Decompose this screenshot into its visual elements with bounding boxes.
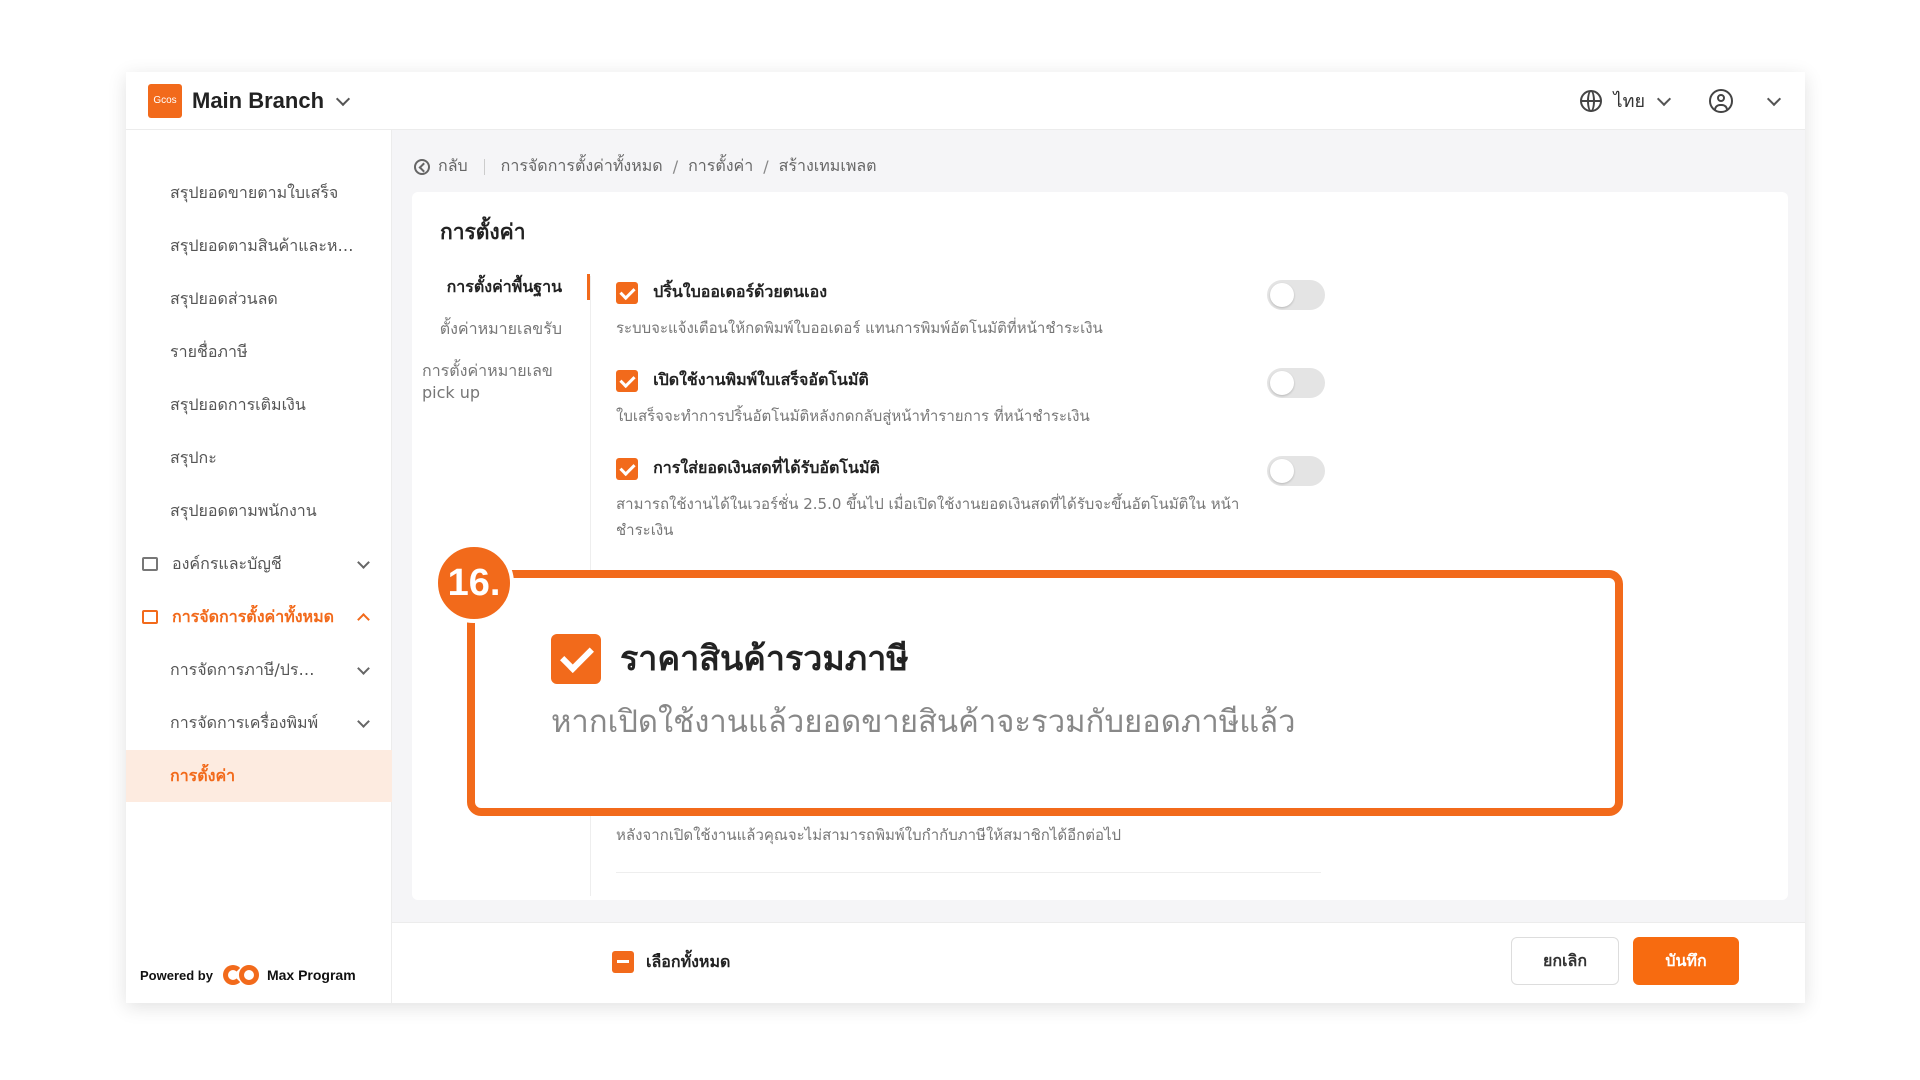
settings-board-icon bbox=[142, 610, 158, 624]
setting-title: เปิดใช้งานพิมพ์ใบเสร็จอัตโนมัติ bbox=[653, 370, 869, 389]
sidebar-item-product-summary[interactable]: สรุปยอดตามสินค้าและหมวดหมู่ bbox=[126, 220, 392, 272]
setting-auto-cash-received: การใส่ยอดเงินสดที่ได้รับอัตโนมัติ สามารถ… bbox=[616, 456, 1316, 543]
page-title: การตั้งค่า bbox=[440, 220, 526, 244]
powered-by: Powered by Max Program bbox=[140, 965, 356, 985]
users-icon bbox=[142, 557, 158, 571]
sidebar-item-label: สรุปยอดตามสินค้าและหมวดหมู่ bbox=[170, 235, 360, 255]
back-link[interactable]: กลับ bbox=[438, 154, 468, 179]
sidebar-item-printer-management[interactable]: การจัดการเครื่องพิมพ์ bbox=[126, 697, 392, 749]
setting-description: ระบบจะแจ้งเตือนให้กดพิมพ์ใบออเดอร์ แทนกา… bbox=[616, 319, 1103, 337]
sidebar-item-tax-management[interactable]: การจัดการภาษี/ประเภท bbox=[126, 644, 392, 696]
setting-title: การใส่ยอดเงินสดที่ได้รับอัตโนมัติ bbox=[653, 458, 880, 477]
callout-title: ราคาสินค้ารวมภาษี bbox=[620, 639, 909, 679]
setting-description: ใบเสร็จจะทำการปริ้นอัตโนมัติหลังกดกลับสู… bbox=[616, 407, 1090, 425]
tab-basic-settings[interactable]: การตั้งค่าพื้นฐาน bbox=[412, 274, 590, 300]
breadcrumb-separator: / bbox=[763, 157, 769, 176]
sidebar-item-label: องค์กรและบัญชี bbox=[172, 553, 282, 573]
callout-description: หากเปิดใช้งานแล้วยอดขายสินค้าจะรวมกับยอด… bbox=[551, 704, 1296, 740]
sidebar-group-organization[interactable]: องค์กรและบัญชี bbox=[126, 538, 392, 590]
select-all-checkbox[interactable] bbox=[612, 951, 634, 973]
breadcrumb-level2[interactable]: การตั้งค่า bbox=[688, 154, 753, 179]
setting-description: สามารถใช้งานได้ในเวอร์ชั่น 2.5.0 ขึ้นไป … bbox=[616, 495, 1240, 539]
chevron-down-icon bbox=[357, 715, 370, 728]
tab-receive-number[interactable]: ตั้งค่าหมายเลขรับ bbox=[412, 318, 590, 340]
globe-icon[interactable] bbox=[1579, 89, 1602, 112]
sidebar-item-topup-summary[interactable]: สรุปยอดการเติมเงิน bbox=[126, 379, 392, 431]
back-arrow-icon[interactable] bbox=[414, 158, 430, 175]
user-avatar-icon[interactable] bbox=[1709, 88, 1733, 113]
breadcrumb-level1[interactable]: การจัดการตั้งค่าทั้งหมด bbox=[501, 154, 663, 179]
sidebar-item-label: สรุปยอดการเติมเงิน bbox=[170, 394, 306, 414]
step-number-badge: 16. bbox=[434, 543, 514, 623]
sidebar-item-label: สรุปยอดส่วนลด bbox=[170, 288, 278, 308]
sidebar-item-label: การจัดการเครื่องพิมพ์ bbox=[170, 712, 319, 732]
sidebar-item-label: สรุปยอดตามพนักงาน bbox=[170, 500, 317, 520]
breadcrumb-separator: / bbox=[672, 157, 679, 176]
app-logo: Gcos bbox=[148, 83, 182, 118]
select-all-label[interactable]: เลือกทั้งหมด bbox=[646, 951, 730, 973]
sidebar-item-receipt-summary[interactable]: สรุปยอดขายตามใบเสร็จ bbox=[126, 167, 392, 219]
setting-manual-order-print: ปริ้นใบออเดอร์ด้วยตนเอง ระบบจะแจ้งเตือนใ… bbox=[616, 280, 1316, 341]
chevron-down-icon bbox=[357, 556, 370, 569]
sidebar-item-discount-summary[interactable]: สรุปยอดส่วนลด bbox=[126, 273, 392, 325]
save-button[interactable]: บันทึก bbox=[1633, 937, 1739, 985]
sidebar-item-tax-list[interactable]: รายชื่อภาษี bbox=[126, 326, 392, 378]
cancel-button[interactable]: ยกเลิก bbox=[1511, 937, 1619, 985]
chevron-down-icon[interactable] bbox=[1656, 91, 1672, 106]
language-selector[interactable]: ไทย bbox=[1614, 86, 1645, 115]
setting-description: หลังจากเปิดใช้งานแล้วคุณจะไม่สามารถพิมพ์… bbox=[616, 826, 1122, 844]
setting-title: ปริ้นใบออเดอร์ด้วยตนเอง bbox=[653, 282, 827, 301]
sidebar-item-settings[interactable]: การตั้งค่า bbox=[126, 750, 392, 802]
breadcrumb-level3: สร้างเทมเพลต bbox=[778, 156, 877, 175]
sidebar-item-label: รายชื่อภาษี bbox=[170, 341, 248, 361]
toggle-auto-receipt-print[interactable] bbox=[1267, 368, 1325, 398]
tutorial-callout: ราคาสินค้ารวมภาษี หากเปิดใช้งานแล้วยอดขา… bbox=[467, 570, 1623, 816]
toggle-auto-cash-received[interactable] bbox=[1267, 456, 1325, 486]
sidebar: สรุปยอดขายตามใบเสร็จ สรุปยอดตามสินค้าและ… bbox=[126, 130, 392, 1003]
toggle-manual-order-print[interactable] bbox=[1267, 280, 1325, 310]
sidebar-item-label: การจัดการตั้งค่าทั้งหมด bbox=[172, 606, 335, 626]
sidebar-item-staff-summary[interactable]: สรุปยอดตามพนักงาน bbox=[126, 485, 392, 537]
breadcrumb: กลับ การจัดการตั้งค่าทั้งหมด / การตั้งค่… bbox=[414, 154, 877, 179]
sidebar-item-label: การจัดการภาษี/ประเภท bbox=[170, 659, 320, 679]
header-actions: ไทย bbox=[1579, 86, 1782, 115]
chevron-down-icon[interactable] bbox=[335, 91, 351, 106]
action-footer: เลือกทั้งหมด ยกเลิก บันทึก bbox=[392, 922, 1805, 1003]
powered-by-label: Powered by bbox=[140, 967, 213, 983]
top-header: Gcos Main Branch ไทย bbox=[126, 72, 1805, 130]
sidebar-item-label: สรุปยอดขายตามใบเสร็จ bbox=[170, 182, 339, 202]
powered-brand: Max Program bbox=[266, 967, 356, 983]
chevron-down-icon bbox=[357, 662, 370, 675]
app-window: Gcos Main Branch ไทย สรุปยอดขายตามใบเสร็… bbox=[126, 72, 1805, 1003]
branch-selector[interactable]: Main Branch bbox=[192, 88, 324, 114]
checkbox[interactable] bbox=[616, 281, 638, 304]
chevron-up-icon bbox=[357, 613, 370, 626]
sidebar-item-label: สรุปกะ bbox=[170, 447, 217, 467]
divider bbox=[616, 872, 1321, 873]
sidebar-group-settings[interactable]: การจัดการตั้งค่าทั้งหมด bbox=[126, 591, 392, 643]
chevron-down-icon[interactable] bbox=[1766, 91, 1782, 106]
checkbox[interactable] bbox=[616, 457, 638, 480]
breadcrumb-divider bbox=[483, 158, 485, 175]
setting-auto-receipt-print: เปิดใช้งานพิมพ์ใบเสร็จอัตโนมัติ ใบเสร็จจ… bbox=[616, 368, 1316, 429]
tab-pickup-number[interactable]: การตั้งค่าหมายเลข pick up bbox=[422, 360, 592, 404]
checkbox[interactable] bbox=[616, 369, 638, 392]
sidebar-item-shift-summary[interactable]: สรุปกะ bbox=[126, 432, 392, 484]
checkbox-checked-icon bbox=[551, 634, 601, 684]
sidebar-item-label: การตั้งค่า bbox=[170, 765, 236, 785]
max-program-logo-icon bbox=[222, 965, 263, 985]
